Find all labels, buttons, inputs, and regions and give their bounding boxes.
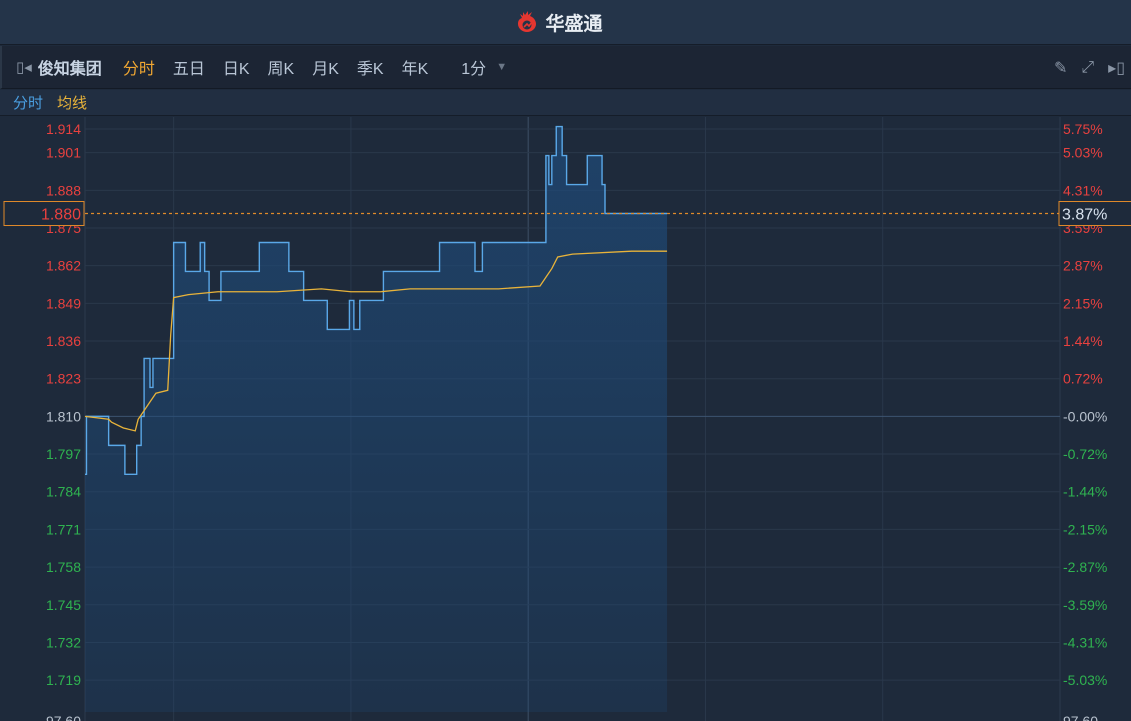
right-tick-label: 5.03%: [1063, 145, 1103, 161]
right-tick-label: 4.31%: [1063, 182, 1103, 198]
left-tick-label: 1.836: [46, 333, 81, 349]
left-tick-label: 1.771: [46, 521, 81, 537]
right-tick-label: -2.15%: [1063, 521, 1107, 537]
crosshair-price: 1.880: [41, 207, 81, 224]
left-tick-label: 1.823: [46, 371, 81, 387]
bottom-right-label: 97.60: [1063, 713, 1098, 721]
intraday-chart[interactable]: 1.914 5.75%1.901 5.03%1.888 4.31%1.875 3.59%…: [0, 0, 1131, 721]
left-tick-label: 1.849: [46, 295, 81, 311]
right-tick-label: -0.00%: [1063, 408, 1107, 424]
right-tick-label: 1.44%: [1063, 333, 1103, 349]
left-tick-label: 1.732: [46, 634, 81, 650]
right-tick-label: -1.44%: [1063, 484, 1107, 500]
left-tick-label: 1.745: [46, 597, 81, 613]
left-tick-label: 1.862: [46, 258, 81, 274]
left-tick-label: 1.914: [46, 121, 81, 137]
right-tick-label: -3.59%: [1063, 597, 1107, 613]
right-tick-label: 5.75%: [1063, 121, 1103, 137]
right-tick-label: -0.72%: [1063, 446, 1107, 462]
left-tick-label: 1.784: [46, 484, 81, 500]
right-tick-label: -2.87%: [1063, 559, 1107, 575]
right-tick-label: 2.15%: [1063, 295, 1103, 311]
left-tick-label: 1.888: [46, 182, 81, 198]
left-tick-label: 1.758: [46, 559, 81, 575]
crosshair-percent: 3.87%: [1062, 207, 1107, 224]
left-tick-label: 1.810: [46, 408, 81, 424]
right-tick-label: 0.72%: [1063, 371, 1103, 387]
right-tick-label: 2.87%: [1063, 258, 1103, 274]
right-tick-label: -4.31%: [1063, 634, 1107, 650]
bottom-left-label: 97.60: [46, 713, 81, 721]
left-tick-label: 1.797: [46, 446, 81, 462]
right-tick-label: -5.03%: [1063, 672, 1107, 688]
left-tick-label: 1.719: [46, 672, 81, 688]
left-tick-label: 1.901: [46, 145, 81, 161]
